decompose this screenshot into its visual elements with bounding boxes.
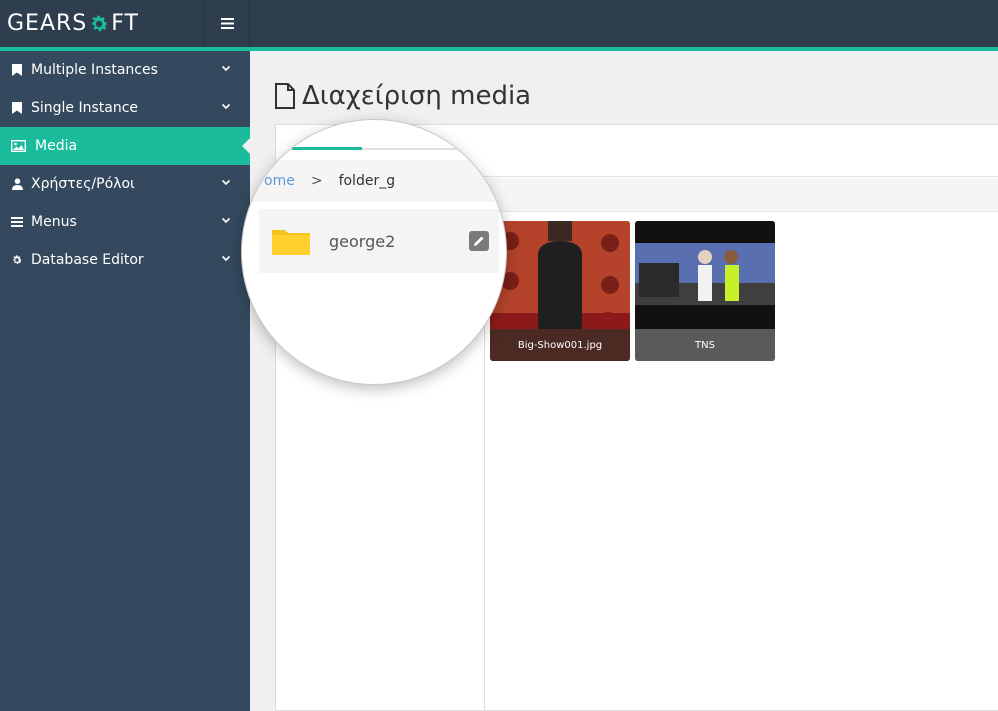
folder-item[interactable]: george2 <box>259 209 499 273</box>
sidebar-item-media[interactable]: Media <box>0 127 250 165</box>
photo-preview-image <box>490 221 630 330</box>
brand-logo[interactable]: GEARS FT <box>0 0 204 47</box>
gear-logo-icon <box>88 13 110 35</box>
sidebar-item-menus[interactable]: Menus <box>0 203 250 241</box>
sidebar: Multiple Instances Single Instance Media… <box>0 51 250 711</box>
folder-icon <box>271 226 311 256</box>
sidebar-item-single-instance[interactable]: Single Instance <box>0 89 250 127</box>
chevron-down-icon <box>221 63 231 73</box>
sidebar-item-users-roles[interactable]: Χρήστες/Ρόλοι <box>0 165 250 203</box>
page-title-text: Διαχείριση media <box>302 81 532 111</box>
thumbnail-caption: Big-Show001.jpg <box>490 329 630 361</box>
list-icon <box>10 215 24 229</box>
sidebar-item-label: Single Instance <box>31 100 139 116</box>
breadcrumb-home-link[interactable]: ome <box>264 173 295 189</box>
pencil-icon[interactable] <box>469 231 489 251</box>
bookmark-icon <box>10 63 24 77</box>
sidebar-item-label: Menus <box>31 214 77 230</box>
hamburger-icon <box>220 14 234 33</box>
breadcrumb-current: folder_g <box>338 173 396 189</box>
sidebar-item-multiple-instances[interactable]: Multiple Instances <box>0 51 250 89</box>
breadcrumb-separator: > <box>310 173 323 189</box>
image-icon <box>10 139 26 153</box>
sidebar-item-label: Χρήστες/Ρόλοι <box>31 176 135 192</box>
header-divider <box>249 0 250 47</box>
chevron-down-icon <box>221 215 231 225</box>
sidebar-item-label: Media <box>35 138 78 154</box>
thumbnail-caption: TNS <box>635 329 775 361</box>
top-header: GEARS FT <box>0 0 998 47</box>
breadcrumb: ome > folder_g <box>242 160 506 202</box>
brand-text-start: GEARS <box>7 11 88 36</box>
gear-icon <box>10 253 24 267</box>
chevron-down-icon <box>221 177 231 187</box>
tab-underline <box>242 148 506 150</box>
video-preview-image <box>635 221 775 329</box>
user-icon <box>10 177 24 191</box>
sidebar-item-label: Multiple Instances <box>31 62 158 78</box>
sidebar-item-database-editor[interactable]: Database Editor <box>0 241 250 279</box>
bookmark-icon <box>10 101 24 115</box>
tab-active-indicator <box>292 147 362 150</box>
folder-name: george2 <box>329 231 396 251</box>
magnifier-overlay: ome > folder_g george2 <box>241 119 507 385</box>
chevron-down-icon <box>221 101 231 111</box>
sidebar-item-label: Database Editor <box>31 252 144 268</box>
page-title: Διαχείριση media <box>274 81 531 111</box>
media-thumbnail[interactable]: TNS <box>635 221 775 361</box>
sidebar-toggle-button[interactable] <box>205 0 249 47</box>
media-thumbnail[interactable]: Big-Show001.jpg <box>490 221 630 361</box>
chevron-down-icon <box>221 253 231 263</box>
active-caret <box>242 138 250 154</box>
file-icon <box>274 83 296 109</box>
brand-text-end: FT <box>111 11 139 36</box>
